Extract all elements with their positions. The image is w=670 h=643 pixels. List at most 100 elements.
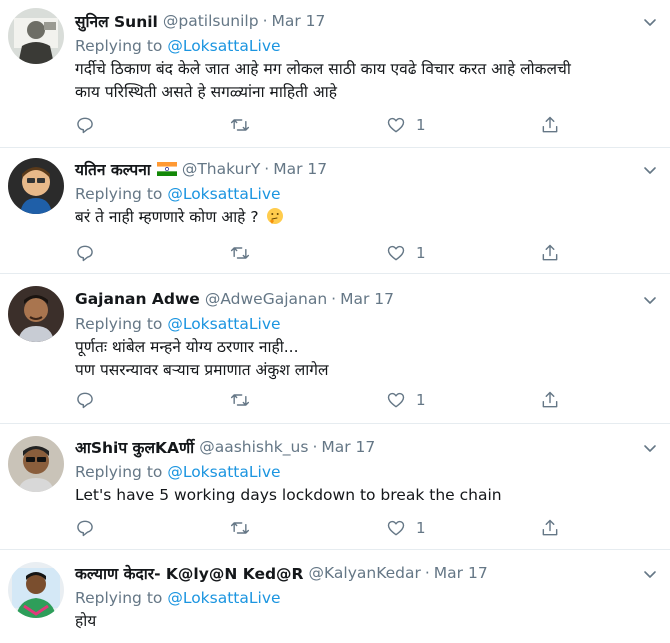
- avatar-image: [8, 286, 64, 342]
- author-name[interactable]: Gajanan Adwe: [75, 290, 200, 308]
- avatar[interactable]: [8, 562, 64, 618]
- tweet-line: पूर्णतः थांबेल मन्हने योग्य ठरणार नाही..…: [75, 338, 299, 356]
- replying-to-link[interactable]: @LoksattaLive: [167, 37, 280, 55]
- tweet-line: होय: [75, 612, 97, 630]
- retweet-button[interactable]: [230, 516, 250, 540]
- author-handle[interactable]: @ThakurY: [182, 160, 260, 178]
- share-icon: [542, 244, 558, 261]
- avatar-image: [8, 8, 64, 64]
- replying-to-link[interactable]: @LoksattaLive: [167, 589, 280, 607]
- tweet-body: Gajanan Adwe @AdweGajanan · Mar 17 Reply…: [75, 286, 658, 382]
- tweet-text: Let's have 5 working days lockdown to br…: [75, 484, 658, 507]
- share-button[interactable]: [540, 516, 560, 540]
- replying-prefix: Replying to: [75, 185, 163, 203]
- like-button[interactable]: 1: [386, 388, 426, 412]
- tweet-text: गर्दीचे ठिकाण बंद केले जात आहे मग लोकल स…: [75, 58, 658, 104]
- reply-button[interactable]: [75, 388, 95, 412]
- tweet-body: सुनिल Sunil @patilsunilp · Mar 17 Replyi…: [75, 8, 658, 104]
- replying-to: Replying to @LoksattaLive: [75, 34, 658, 58]
- tweet-line: गर्दीचे ठिकाण बंद केले जात आहे मग लोकल स…: [75, 60, 571, 78]
- tweet-line: काय परिस्थिती असते हे सगळ्यांना माहिती आ…: [75, 83, 337, 101]
- like-button[interactable]: 1: [386, 241, 426, 265]
- reply-feed: सुनिल Sunil @patilsunilp · Mar 17 Replyi…: [0, 0, 670, 643]
- avatar-image: [8, 158, 64, 214]
- reply-button[interactable]: [75, 516, 95, 540]
- chevron-down-icon[interactable]: [642, 14, 658, 30]
- separator: ·: [262, 12, 268, 30]
- tweet-header: कल्याण केदार- K@ly@N Ked@R @KalyanKedar …: [75, 560, 658, 586]
- retweet-icon: [230, 522, 250, 534]
- tweet-actions: 1: [75, 388, 575, 412]
- reply-icon: [77, 245, 93, 262]
- retweet-icon: [230, 119, 250, 131]
- thinking-face-emoji: [266, 208, 283, 224]
- avatar[interactable]: [8, 158, 64, 214]
- share-button[interactable]: [540, 388, 560, 412]
- replying-to: Replying to @LoksattaLive: [75, 586, 658, 610]
- tweet-header: सुनिल Sunil @patilsunilp · Mar 17: [75, 8, 658, 34]
- reply-icon: [77, 520, 93, 537]
- avatar-image: [8, 436, 64, 492]
- share-button[interactable]: [540, 113, 560, 137]
- replying-to-link[interactable]: @LoksattaLive: [167, 315, 280, 333]
- chevron-down-icon[interactable]: [642, 162, 658, 178]
- avatar[interactable]: [8, 8, 64, 64]
- tweet-3[interactable]: Gajanan Adwe @AdweGajanan · Mar 17 Reply…: [0, 274, 670, 424]
- avatar[interactable]: [8, 286, 64, 342]
- reply-button[interactable]: [75, 241, 95, 265]
- tweet-line: Let's have 5 working days lockdown to br…: [75, 486, 502, 504]
- retweet-button[interactable]: [230, 241, 250, 265]
- author-handle[interactable]: @aashishk_us: [199, 438, 308, 456]
- author-name[interactable]: कल्याण केदार- K@ly@N Ked@R: [75, 562, 304, 584]
- like-button[interactable]: 1: [386, 113, 426, 137]
- author-name[interactable]: यतिन कल्पना: [75, 158, 151, 180]
- avatar[interactable]: [8, 436, 64, 492]
- reply-icon: [77, 392, 93, 409]
- tweet-date[interactable]: Mar 17: [434, 564, 488, 582]
- chevron-down-icon[interactable]: [642, 292, 658, 308]
- tweet-text: बरं ते नाही म्हणणारे कोण आहे ?: [75, 206, 658, 229]
- tweet-2[interactable]: यतिन कल्पना @ThakurY · Mar 17 Replying t…: [0, 148, 670, 274]
- separator: ·: [331, 290, 337, 308]
- separator: ·: [264, 160, 270, 178]
- tweet-line: पण पसरन्यावर बऱ्याच प्रमाणात अंकुश लागेल: [75, 361, 329, 379]
- retweet-button[interactable]: [230, 388, 250, 412]
- like-icon: [387, 520, 405, 536]
- share-icon: [542, 391, 558, 408]
- author-handle[interactable]: @KalyanKedar: [309, 564, 421, 582]
- tweet-1[interactable]: सुनिल Sunil @patilsunilp · Mar 17 Replyi…: [0, 0, 670, 148]
- tweet-date[interactable]: Mar 17: [273, 160, 327, 178]
- like-button[interactable]: 1: [386, 516, 426, 540]
- tweet-actions: 1: [75, 113, 575, 137]
- tweet-date[interactable]: Mar 17: [272, 12, 326, 30]
- author-handle[interactable]: @patilsunilp: [163, 12, 259, 30]
- replying-prefix: Replying to: [75, 315, 163, 333]
- avatar-image: [8, 562, 64, 618]
- reply-button[interactable]: [75, 113, 95, 137]
- chevron-down-icon[interactable]: [642, 566, 658, 582]
- retweet-button[interactable]: [230, 113, 250, 137]
- tweet-5[interactable]: कल्याण केदार- K@ly@N Ked@R @KalyanKedar …: [0, 550, 670, 643]
- tweet-date[interactable]: Mar 17: [340, 290, 394, 308]
- replying-to-link[interactable]: @LoksattaLive: [167, 185, 280, 203]
- tweet-text: होय: [75, 610, 658, 633]
- replying-prefix: Replying to: [75, 37, 163, 55]
- replying-to: Replying to @LoksattaLive: [75, 460, 658, 484]
- separator: ·: [424, 564, 430, 582]
- like-count: 1: [416, 519, 426, 537]
- tweet-date[interactable]: Mar 17: [321, 438, 375, 456]
- tweet-header: आShiप कुलKAर्णी @aashishk_us · Mar 17: [75, 434, 658, 460]
- tweet-4[interactable]: आShiप कुलKAर्णी @aashishk_us · Mar 17 Re…: [0, 424, 670, 550]
- chevron-down-icon[interactable]: [642, 440, 658, 456]
- author-name[interactable]: सुनिल Sunil: [75, 10, 158, 32]
- like-count: 1: [416, 116, 426, 134]
- author-name[interactable]: आShiप कुलKAर्णी: [75, 436, 194, 458]
- share-button[interactable]: [540, 241, 560, 265]
- replying-to-link[interactable]: @LoksattaLive: [167, 463, 280, 481]
- india-flag-icon: [156, 162, 177, 176]
- replying-to: Replying to @LoksattaLive: [75, 182, 658, 206]
- like-count: 1: [416, 244, 426, 262]
- author-handle[interactable]: @AdweGajanan: [205, 290, 327, 308]
- replying-prefix: Replying to: [75, 589, 163, 607]
- replying-to: Replying to @LoksattaLive: [75, 312, 658, 336]
